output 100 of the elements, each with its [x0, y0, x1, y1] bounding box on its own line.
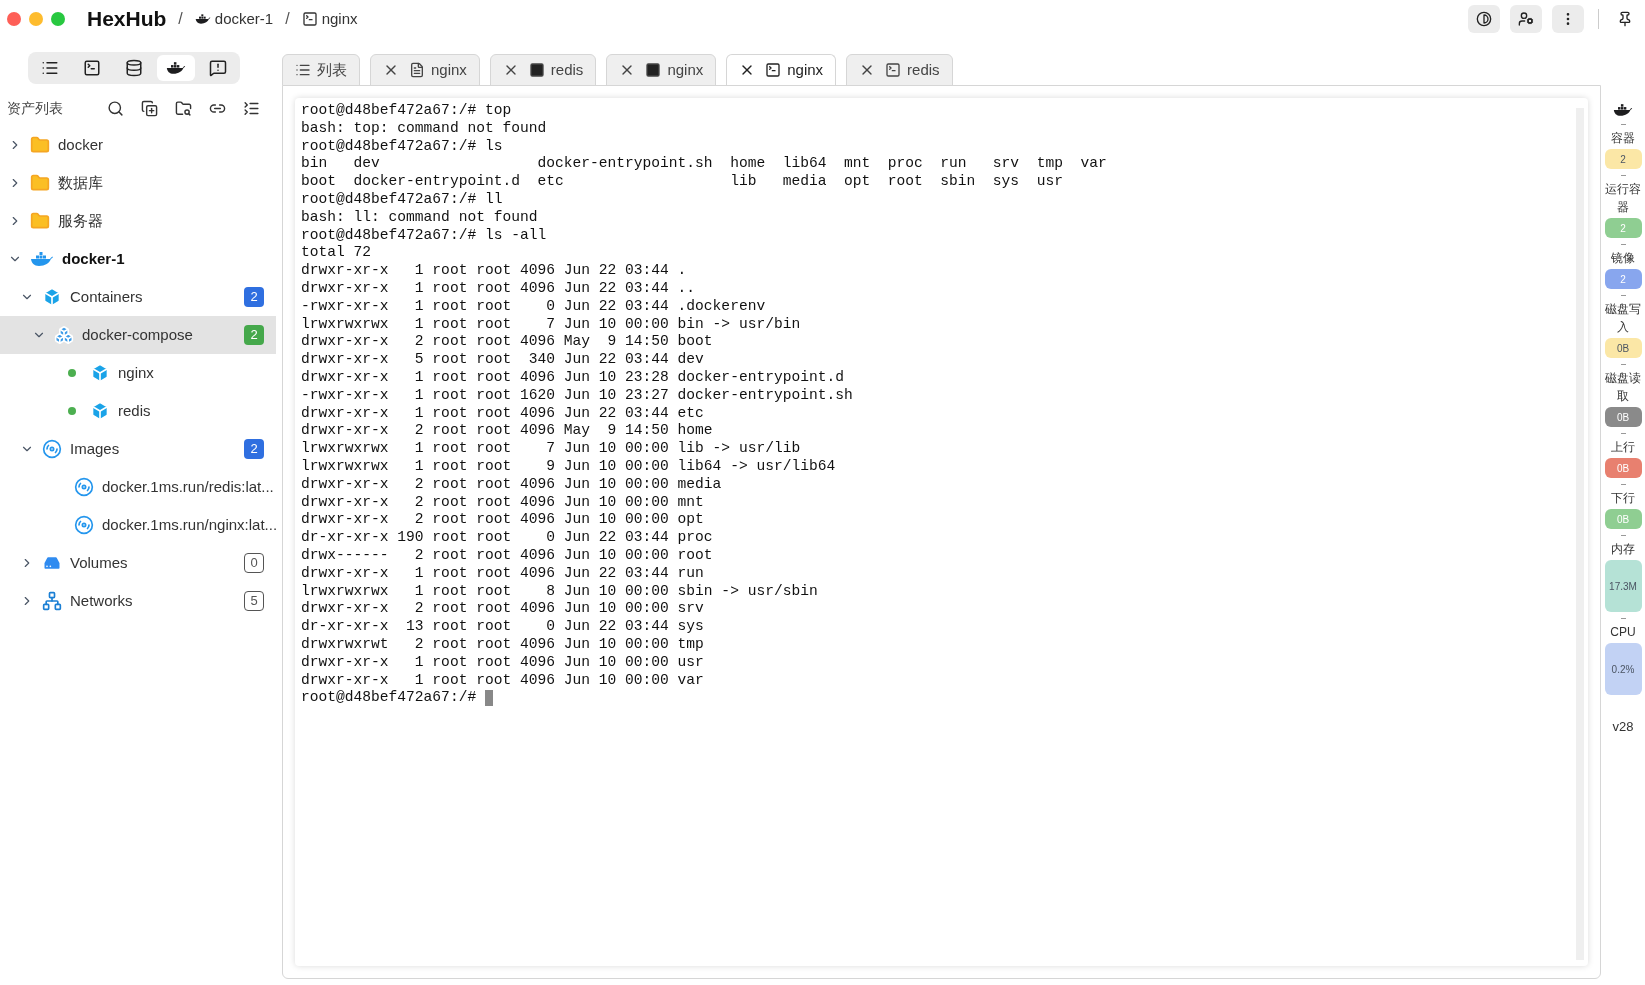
stat-label: 上行 — [1610, 439, 1636, 456]
stat-value: 17.3M — [1604, 560, 1642, 612]
collapse-icon[interactable] — [243, 99, 260, 117]
folder-icon — [30, 173, 50, 193]
tree-item[interactable]: docker.1ms.run/nginx:lat... — [0, 506, 276, 544]
pin-icon[interactable] — [1617, 11, 1633, 27]
terminal-line: drwxr-xr-x 1 root root 4096 Jun 22 03:44 .. — [301, 279, 696, 298]
mode-tab[interactable] — [157, 55, 195, 81]
tree-item[interactable]: nginx — [0, 354, 276, 392]
breadcrumb-item[interactable]: docker-1 — [194, 7, 274, 31]
user-icon — [1518, 11, 1534, 27]
monitor-icon — [209, 59, 227, 77]
docker-whale-icon — [166, 60, 186, 76]
breadcrumb-separator: / — [178, 9, 183, 29]
terminal-line: boot docker-entrypoint.d etc lib media opt root sbin sys usr — [301, 173, 1063, 191]
terminal-line: drwxr-xr-x 2 root root 4096 Jun 10 00:00 media — [301, 475, 722, 494]
tree-item[interactable]: docker — [0, 126, 276, 164]
tree-label: docker-1 — [62, 248, 126, 269]
folder-icon — [30, 211, 50, 231]
terminal-line: -rwxr-xr-x 1 root root 0 Jun 22 03:44 .dockerenv — [301, 297, 766, 316]
tree-item[interactable]: 服务器 — [0, 202, 276, 240]
tab[interactable]: redis — [489, 54, 597, 86]
terminal-line: bin dev docker-entrypoint.sh home lib64 mnt proc run srv tmp var — [301, 155, 1107, 174]
window-icon — [528, 62, 545, 78]
database-icon — [125, 59, 143, 77]
stat-value: 2 — [1604, 149, 1642, 169]
tree-label: Images — [70, 438, 121, 459]
tree-item[interactable]: docker-compose 2 — [0, 316, 276, 354]
contrast-icon — [1476, 11, 1492, 27]
app-logo: HexHub — [87, 6, 167, 33]
count-badge: 2 — [244, 439, 264, 459]
list-icon — [41, 59, 59, 77]
breadcrumb-item[interactable]: nginx — [301, 7, 358, 31]
stat-value: 0B — [1604, 338, 1642, 358]
terminal-line: drwxr-xr-x 2 root root 4096 May 9 14:50 boot — [301, 333, 713, 352]
stat-label: 容器 — [1610, 130, 1636, 147]
folder-icon[interactable] — [175, 99, 192, 117]
stat-value: 0.2% — [1604, 643, 1642, 695]
tree-item[interactable]: docker-1 — [0, 240, 276, 278]
tree-label: Volumes — [70, 552, 129, 573]
stat-value: 2 — [1604, 269, 1642, 289]
tab[interactable]: nginx — [370, 54, 480, 86]
terminal-line: drwxr-xr-x 1 root root 4096 Jun 22 03:44 run — [301, 564, 704, 583]
tree-item[interactable]: 数据库 — [0, 164, 276, 202]
terminal-line: lrwxrwxrwx 1 root root 7 Jun 10 00:00 bin -> usr/bin — [301, 315, 801, 334]
tab[interactable]: nginx — [606, 54, 717, 86]
document-icon — [409, 62, 425, 78]
count-badge: 2 — [244, 287, 264, 307]
close-window-button[interactable] — [7, 12, 21, 26]
terminal-icon — [765, 62, 782, 78]
tree-item[interactable]: docker.1ms.run/redis:lat... — [0, 468, 276, 506]
tree-item[interactable]: Containers 2 — [0, 278, 276, 316]
gear-disc-icon — [74, 515, 94, 535]
terminal-line: drwxr-xr-x 2 root root 4096 Jun 10 00:00 mnt — [301, 493, 704, 512]
terminal-icon — [301, 11, 318, 27]
stat-label: 运行容器 — [1604, 181, 1642, 216]
terminal-line: drwxrwxrwt 2 root root 4096 Jun 10 00:00 tmp — [301, 635, 704, 654]
tree-item[interactable]: Images 2 — [0, 430, 276, 468]
stat-label: 内存 — [1610, 541, 1636, 558]
terminal-line: drwxr-xr-x 1 root root 4096 Jun 22 03:44 . — [301, 262, 687, 280]
terminal-line: bash: top: command not found — [301, 119, 547, 138]
breadcrumb-separator: / — [285, 9, 290, 29]
docker-whale-icon — [30, 249, 54, 269]
count-badge: 5 — [244, 591, 264, 611]
network-icon — [42, 591, 62, 611]
tree-item[interactable]: redis — [0, 392, 276, 430]
cube-icon — [90, 401, 110, 421]
terminal-line: lrwxrwxrwx 1 root root 8 Jun 10 00:00 sbin -> usr/sbin — [301, 582, 818, 601]
terminal-line: drwxr-xr-x 1 root root 4096 Jun 10 00:00 var — [301, 671, 704, 690]
terminal-line: lrwxrwxrwx 1 root root 9 Jun 10 00:00 lib64 -> usr/lib64 — [301, 457, 836, 476]
tab[interactable]: nginx — [726, 54, 837, 86]
tree-label: Containers — [70, 286, 144, 307]
stat-label: 下行 — [1610, 490, 1636, 507]
terminal-line: drwxr-xr-x 2 root root 4096 Jun 10 00:00 srv — [301, 600, 704, 619]
tree-item[interactable]: Volumes 0 — [0, 544, 276, 582]
tab[interactable]: 列表 — [282, 54, 360, 86]
terminal-line: drwx------ 2 root root 4096 Jun 10 00:00 root — [301, 546, 713, 565]
cursor — [484, 690, 493, 707]
theme-button[interactable] — [1468, 5, 1500, 33]
tree-item[interactable]: Networks 5 — [0, 582, 276, 620]
tree-label: 数据库 — [58, 172, 104, 193]
version-label: v28 — [1612, 718, 1634, 736]
user-button[interactable] — [1510, 5, 1542, 33]
stat-value: 0B — [1604, 407, 1642, 427]
tree-label: docker-compose — [82, 324, 194, 345]
terminal-line: drwxr-xr-x 1 root root 4096 Jun 10 00:00 usr — [301, 653, 704, 672]
terminal-line: drwxr-xr-x 1 root root 4096 Jun 10 23:28 docker-entrypoint.d — [301, 368, 844, 387]
add-copy-icon[interactable] — [141, 99, 158, 117]
terminal-line: drwxr-xr-x 2 root root 4096 May 9 14:50 home — [301, 422, 713, 441]
tree-label: Networks — [70, 590, 134, 611]
terminal-line: total 72 — [301, 244, 372, 263]
tab[interactable]: redis — [846, 54, 953, 86]
stat-label: CPU — [1609, 624, 1637, 641]
stat-label: 磁盘读取 — [1604, 370, 1642, 405]
search-icon[interactable] — [107, 99, 124, 117]
list-icon — [295, 62, 311, 78]
tree-label: docker.1ms.run/redis:lat... — [102, 476, 274, 497]
tree-label: redis — [118, 400, 152, 421]
tree-label: 服务器 — [58, 210, 104, 231]
gear-disc-icon — [74, 477, 94, 497]
